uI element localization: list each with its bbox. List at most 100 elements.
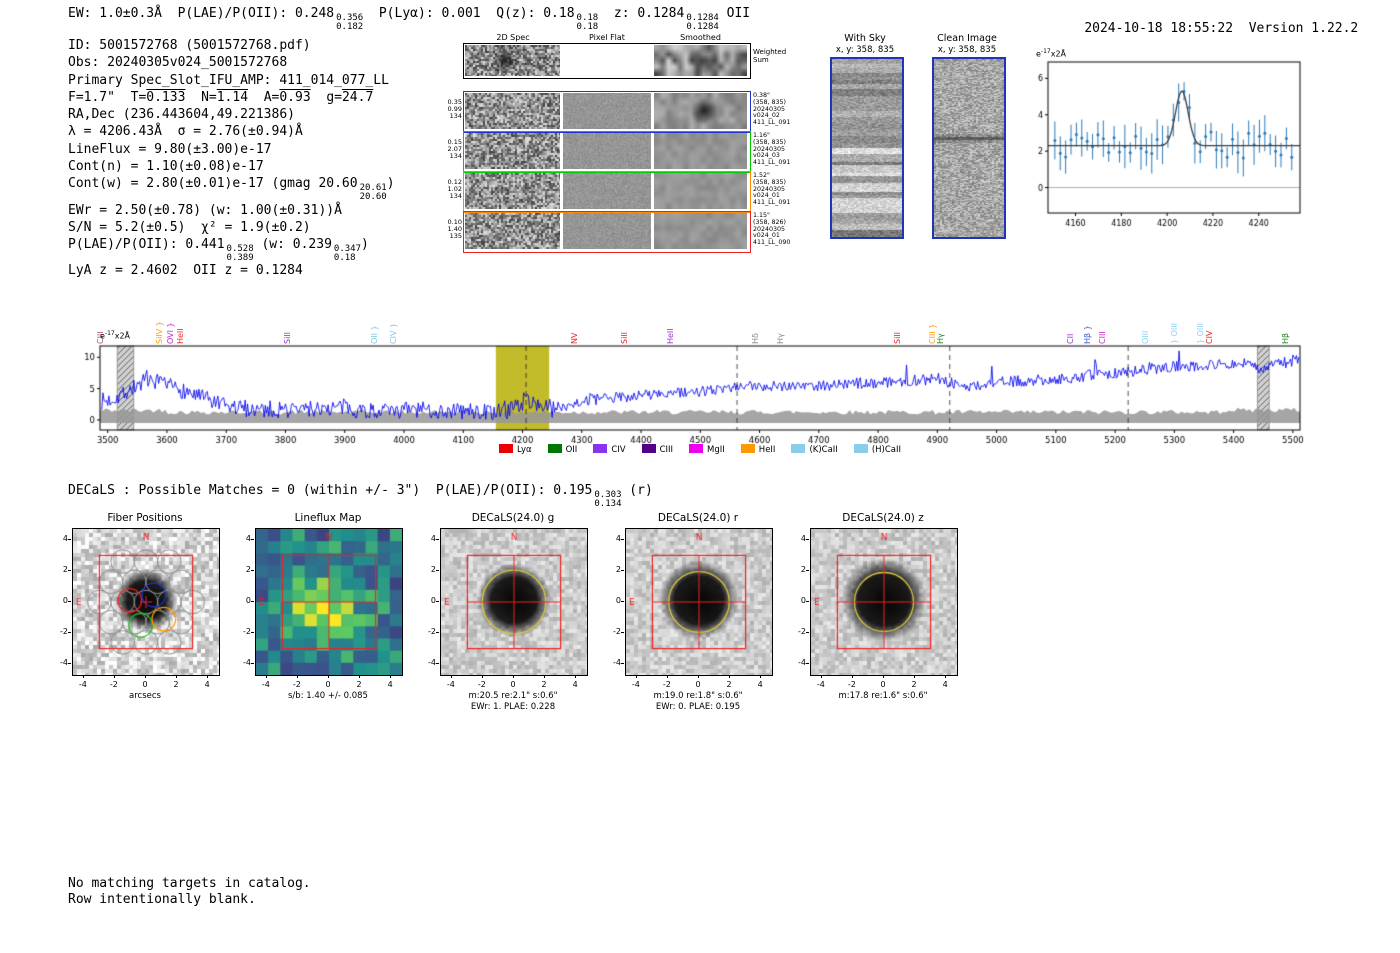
panel-title: Fiber Positions xyxy=(107,512,183,524)
x-tick-mark xyxy=(544,675,546,678)
weighted-sum-line1: Weighted xyxy=(753,48,787,56)
x-tick-label: -2 xyxy=(847,680,856,689)
segment-text: N= xyxy=(185,89,217,105)
y-tick-mark xyxy=(68,601,71,602)
col-title-2dspec: 2D Spec xyxy=(496,33,530,42)
y-tick-mark xyxy=(806,632,809,634)
x-tick-label: -4 xyxy=(78,680,87,689)
y-tick-mark xyxy=(436,569,439,571)
row-annotation-line: 411_LL_091 xyxy=(753,119,791,127)
y-tick-label: -2 xyxy=(60,627,68,637)
y-tick-label: 2 xyxy=(430,564,436,574)
stacked-fraction: 0.528 0.389 xyxy=(227,245,254,262)
info-line: Obs: 20240305v024_5001572768 xyxy=(68,54,395,71)
row-annotation-line: 411_LL_090 xyxy=(753,239,791,247)
info-line: S/N = 5.2(±0.5) χ² = 1.9(±0.2) xyxy=(68,219,395,236)
legend-label: Lyα xyxy=(517,445,532,455)
y-tick-mark xyxy=(68,569,71,571)
y-tick-label: 2 xyxy=(62,564,68,574)
x-tick-mark xyxy=(575,675,577,678)
x-tick-label: 0 xyxy=(695,680,701,689)
row-scale-value: 134 xyxy=(449,152,462,161)
fiber-smoothed-cutout xyxy=(654,213,747,249)
y-tick-label: -2 xyxy=(243,627,251,637)
full-spectrum-chart xyxy=(60,334,1340,446)
x-tick-mark xyxy=(359,675,361,678)
x-tick-label: 0 xyxy=(142,680,148,689)
panel-canvas-fiber_positions xyxy=(72,528,220,676)
y-tick-label: 4 xyxy=(62,533,68,543)
x-tick-mark xyxy=(450,675,452,678)
row-annotation-line: 411_LL_091 xyxy=(753,159,791,167)
y-tick-label: 2 xyxy=(245,564,251,574)
fiber-2dspec-cutout xyxy=(465,133,560,169)
y-tick-label: -4 xyxy=(428,658,436,668)
segment-text: λ = 4206.43Å σ = 2.76(±0.94)Å xyxy=(68,124,303,140)
x-tick-label: -4 xyxy=(631,680,640,689)
segment-text: P(Lyα): 0.001 Q(z): 0.18 xyxy=(363,6,575,21)
legend-item: MgII xyxy=(689,444,725,455)
timestamp-version: 2024-10-18 18:55:22 Version 1.22.2 xyxy=(1053,6,1358,51)
x-tick-label: -2 xyxy=(477,680,486,689)
x-tick-label: 4 xyxy=(204,680,210,689)
with-sky-title: With Sky xyxy=(844,33,886,44)
y-tick-mark xyxy=(621,601,624,602)
y-tick-mark xyxy=(68,632,71,634)
x-tick-mark xyxy=(390,675,392,678)
y-tick-mark xyxy=(621,632,624,634)
row-scale-value: 134 xyxy=(449,192,462,201)
x-tick-label: 2 xyxy=(541,680,547,689)
info-line: RA,Dec (236.443604,49.221386) xyxy=(68,106,395,123)
panel-canvas-decals_z xyxy=(810,528,958,676)
legend-item: (H)CaII xyxy=(853,444,901,455)
segment-text: g= xyxy=(310,89,342,105)
legend-swatch xyxy=(641,444,656,453)
segment-text: 0.133 xyxy=(146,89,186,105)
x-tick-label: 2 xyxy=(911,680,917,689)
x-tick-label: -2 xyxy=(662,680,671,689)
with-sky-coords: x, y: 358, 835 xyxy=(835,45,895,55)
with-sky-image xyxy=(830,57,904,239)
segment-text: EW: 1.0±0.3Å P(LAE)/P(OII): 0.248 xyxy=(68,6,335,21)
fiber-pixelflat-cutout xyxy=(563,173,651,209)
segment-text: 24.7 xyxy=(341,89,374,105)
legend-swatch xyxy=(791,444,806,453)
x-tick-label: 2 xyxy=(356,680,362,689)
x-tick-mark xyxy=(296,675,298,678)
y-tick-mark xyxy=(436,663,439,665)
y-tick-mark xyxy=(436,538,439,540)
panel-canvas-lineflux_map xyxy=(255,528,403,676)
ylabel-exp: -17 xyxy=(1040,48,1051,55)
x-tick-mark xyxy=(666,675,668,678)
legend-label: (K)CaII xyxy=(809,445,838,455)
panel-canvas-decals_g xyxy=(440,528,588,676)
segment-text: (w: 0.239 xyxy=(253,237,332,253)
segment-text: A= xyxy=(248,89,280,105)
detection-info-block: ID: 5001572768 (5001572768.pdf) Obs: 2024… xyxy=(68,37,395,280)
x-tick-mark xyxy=(113,675,115,678)
y-tick-mark xyxy=(806,601,809,602)
segment-text: Cont(w) = 2.80(±0.01)e-17 (gmag 20.60 xyxy=(68,176,358,192)
y-tick-label: 2 xyxy=(615,564,621,574)
x-tick-mark xyxy=(265,675,267,678)
segment-text: Obs: 20240305v024_5001572768 xyxy=(68,55,288,71)
y-tick-label: -2 xyxy=(428,627,436,637)
legend-swatch xyxy=(853,444,868,453)
panel-title: DECaLS(24.0) r xyxy=(657,512,739,524)
decals-header-line: DECaLS : Possible Matches = 0 (within +/… xyxy=(68,483,653,508)
segment-text: LineFlux = 9.80(±3.00)e-17 xyxy=(68,141,272,157)
y-tick-label: 0 xyxy=(245,596,251,605)
x-tick-label: -4 xyxy=(261,680,270,689)
fraction-sub: 0.182 xyxy=(336,21,364,32)
timestamp: 2024-10-18 18:55:22 xyxy=(1084,21,1234,36)
row-annotation-line: 411_LL_091 xyxy=(753,199,791,207)
y-tick-label: -4 xyxy=(798,658,806,668)
x-tick-mark xyxy=(481,675,483,678)
segment-text: ) xyxy=(361,237,369,253)
x-tick-mark xyxy=(914,675,916,678)
row-scale-labels: 0.35 0.99 134 xyxy=(440,98,462,121)
segment-text: S/N = 5.2(±0.5) χ² = 1.9(±0.2) xyxy=(68,219,311,235)
x-tick-mark xyxy=(328,675,329,678)
x-tick-label: -4 xyxy=(816,680,825,689)
x-tick-label: 2 xyxy=(173,680,179,689)
